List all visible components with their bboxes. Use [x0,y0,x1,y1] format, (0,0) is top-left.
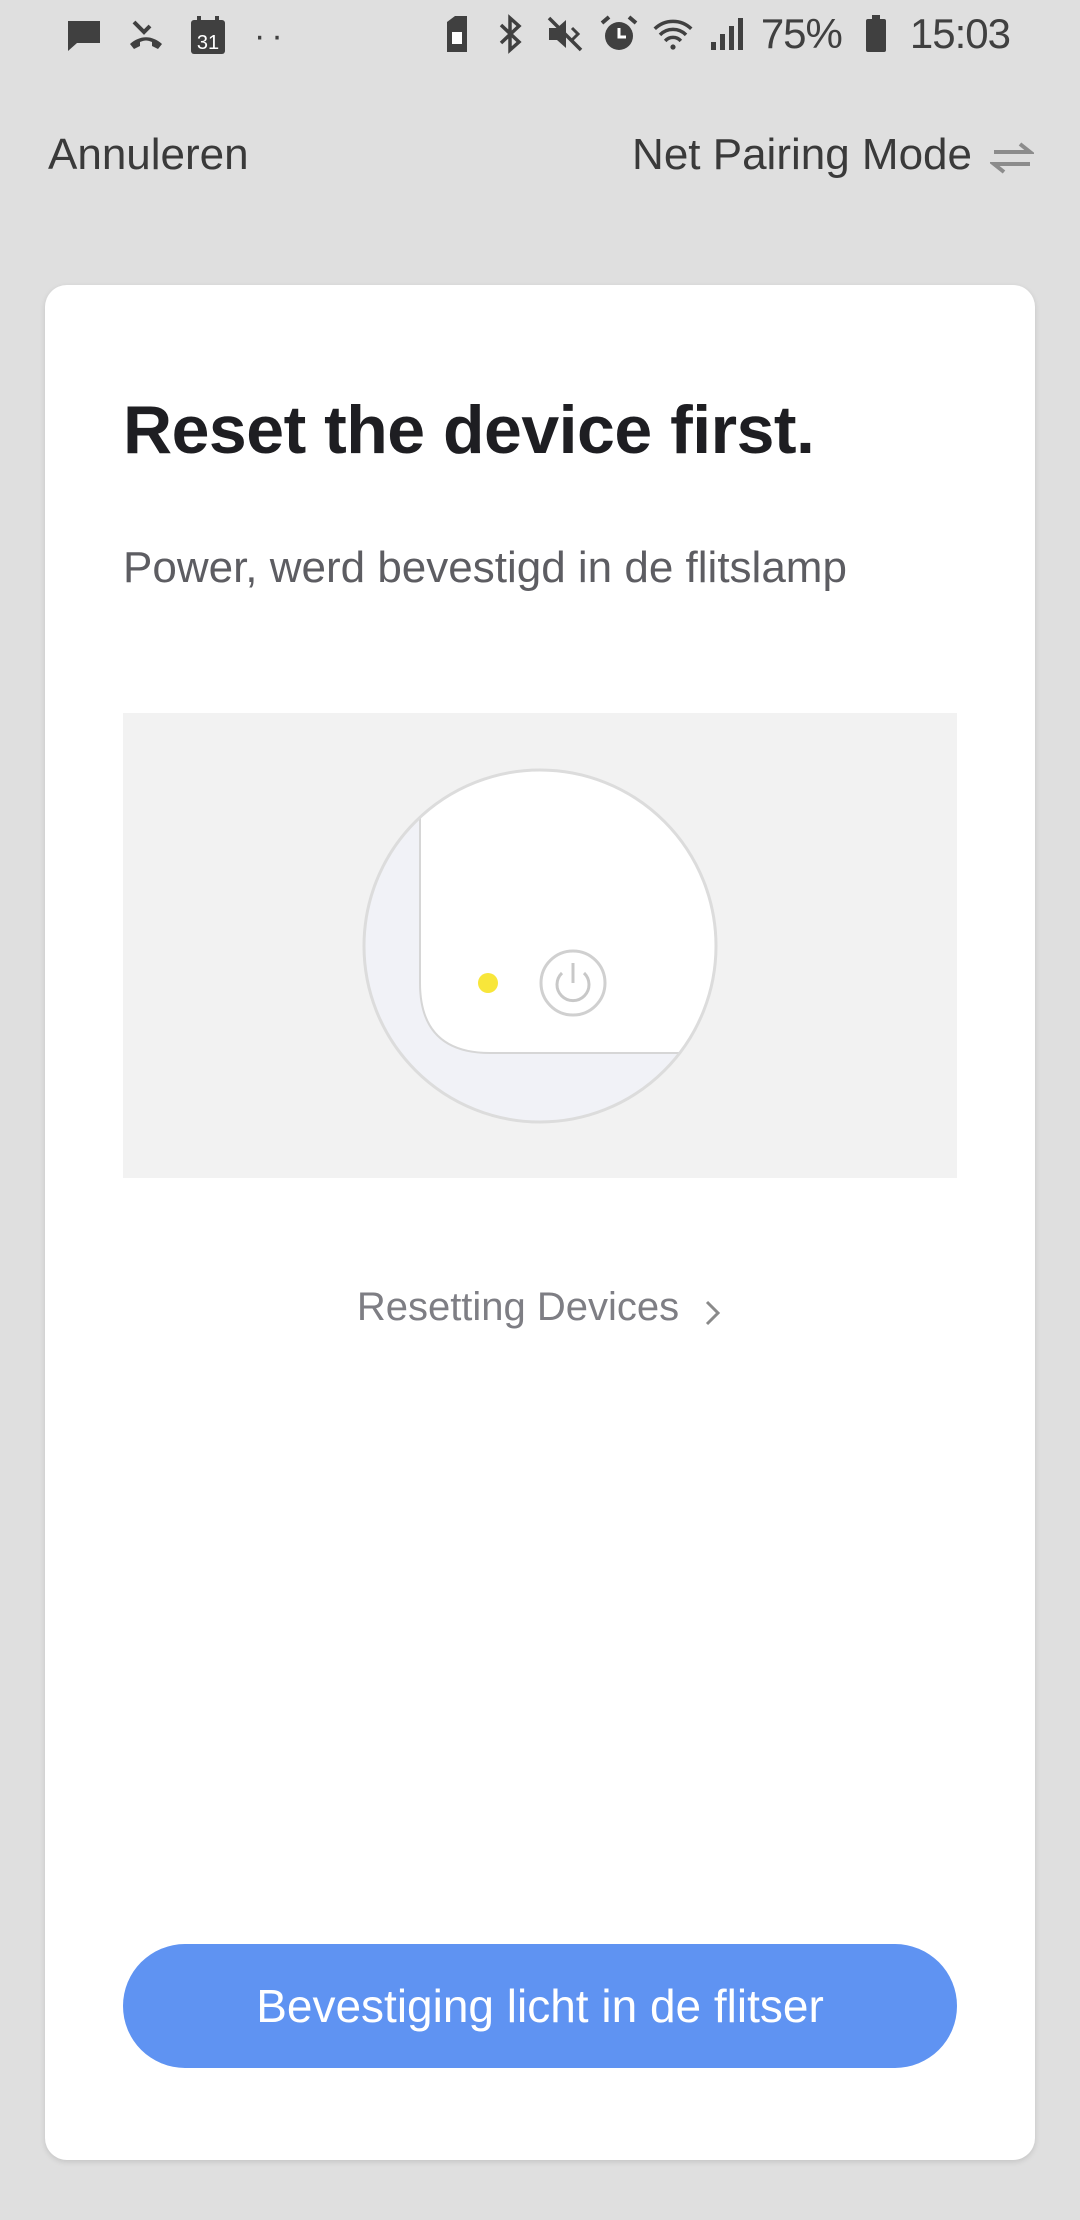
message-icon [64,14,104,58]
sim-icon [437,12,477,56]
wifi-icon [653,12,693,56]
net-pairing-mode-label: Net Pairing Mode [632,130,972,179]
more-notifications-dots: ·· [254,16,289,55]
confirm-flashing-button[interactable]: Bevestiging licht in de flitser [123,1944,957,2068]
power-button-icon [539,949,607,1017]
calendar-day: 31 [197,32,219,54]
cancel-button[interactable]: Annuleren [48,130,249,180]
calendar-icon: 31 [188,14,228,58]
alarm-icon [599,12,639,56]
net-pairing-mode-button[interactable]: Net Pairing Mode [632,130,1036,180]
indicator-light-icon [478,973,498,993]
pairing-card: Reset the device first. Power, werd beve… [45,285,1035,2160]
battery-percent: 75% [760,10,843,57]
resetting-devices-label: Resetting Devices [356,1285,680,1329]
instruction-text: Power, werd bevestigd in de flitslamp [123,543,847,592]
battery-icon [856,12,896,56]
page-title: Reset the device first. [123,392,815,468]
top-navigation: Annuleren Net Pairing Mode [0,108,1080,208]
bluetooth-icon [491,12,531,56]
vibrate-icon [545,12,585,56]
status-bar-notifications: 31 ·· [64,14,289,58]
swap-arrows-icon [988,137,1036,174]
chevron-right-icon [703,1293,723,1325]
resetting-devices-link[interactable]: Resetting Devices [45,1285,1035,1330]
status-bar-system: 75% 15:03 [437,10,1011,58]
missed-call-icon [126,14,166,58]
clock: 15:03 [909,10,1011,57]
status-bar: 31 ·· 75% 15:03 [0,0,1080,76]
signal-icon [707,12,747,56]
device-reset-illustration [123,713,957,1178]
